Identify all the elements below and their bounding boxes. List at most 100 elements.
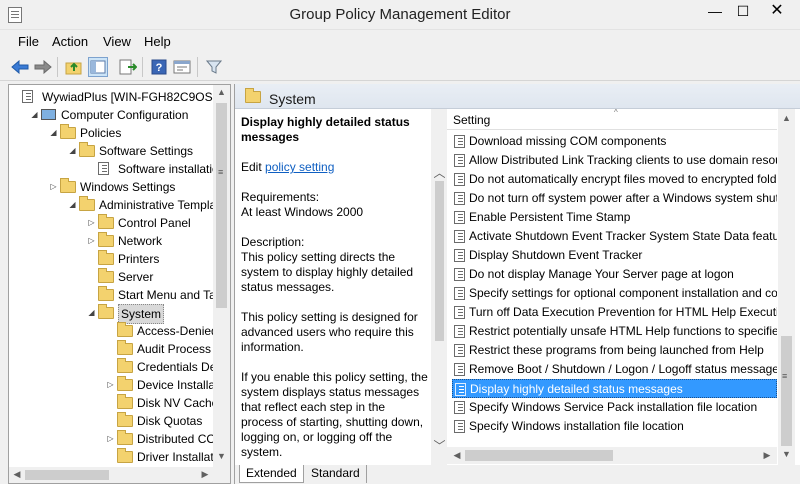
list-item[interactable]: Display Shutdown Event Tracker bbox=[452, 246, 777, 265]
description-vertical-scrollbar[interactable]: ︿ ﹀ bbox=[431, 109, 448, 465]
tree-item[interactable]: ▷ Network bbox=[9, 232, 213, 250]
tree-item[interactable]: Audit Process C bbox=[9, 340, 223, 358]
up-folder-icon[interactable] bbox=[64, 57, 84, 77]
expand-arrow-icon[interactable]: ▷ bbox=[106, 430, 115, 448]
folder-icon bbox=[79, 196, 95, 211]
list-item[interactable]: Activate Shutdown Event Tracker System S… bbox=[452, 227, 777, 246]
list-item[interactable]: Do not automatically encrypt files moved… bbox=[452, 170, 777, 189]
scroll-left-arrow-icon[interactable]: ◀ bbox=[11, 469, 23, 480]
tree-item[interactable]: Start Menu and Tas bbox=[9, 286, 222, 304]
tree-item-label: Computer Configuration bbox=[61, 108, 189, 122]
tree-item[interactable]: ◢ Computer Configuration bbox=[9, 106, 213, 124]
properties-icon[interactable] bbox=[172, 57, 192, 77]
list-item[interactable]: Enable Persistent Time Stamp bbox=[452, 208, 777, 227]
list-horizontal-scrollbar[interactable]: ◀ ▶ bbox=[447, 447, 777, 464]
list-item[interactable]: Remove Boot / Shutdown / Logon / Logoff … bbox=[452, 360, 777, 379]
collapse-arrow-icon[interactable]: ◢ bbox=[49, 124, 58, 142]
list-item[interactable]: Restrict these programs from being launc… bbox=[452, 341, 777, 360]
tree-item[interactable]: ▷ Control Panel bbox=[9, 214, 213, 232]
expand-arrow-icon[interactable]: ▷ bbox=[87, 214, 96, 232]
menu-file[interactable]: File bbox=[18, 34, 39, 49]
tree-hscroll-thumb[interactable] bbox=[25, 470, 109, 480]
list-scroll-down-arrow-icon[interactable]: ▼ bbox=[778, 449, 795, 459]
console-tree[interactable]: WywiadPlus [WIN-FGH82C9OSJB. ◢ Computer Co… bbox=[8, 84, 231, 484]
policy-setting-label: Do not automatically encrypt files moved… bbox=[469, 172, 777, 186]
collapse-arrow-icon[interactable]: ◢ bbox=[68, 196, 77, 214]
list-item[interactable]: Restrict potentially unsafe HTML Help fu… bbox=[452, 322, 777, 341]
scroll-right-arrow-icon[interactable]: ▶ bbox=[199, 469, 211, 480]
list-item[interactable]: Specify Windows Service Pack installatio… bbox=[452, 398, 777, 417]
tab-extended[interactable]: Extended bbox=[239, 465, 304, 483]
tree-item[interactable]: Disk NV Cache bbox=[9, 394, 218, 412]
list-vscroll-thumb[interactable] bbox=[781, 336, 792, 446]
forward-arrow-icon[interactable] bbox=[33, 57, 53, 77]
expand-arrow-icon[interactable]: ▷ bbox=[106, 376, 115, 394]
tree-item[interactable]: Driver Installatio bbox=[9, 448, 223, 466]
list-item-selected[interactable]: Display highly detailed status messages bbox=[452, 379, 777, 398]
tree-item[interactable]: ◢ System bbox=[9, 304, 213, 324]
tree-item[interactable]: WywiadPlus [WIN-FGH82C9OSJB. bbox=[9, 88, 230, 106]
policy-setting-icon bbox=[454, 135, 465, 148]
show-hide-console-tree-icon[interactable] bbox=[88, 57, 108, 77]
tree-item[interactable]: Disk Quotas bbox=[9, 412, 213, 430]
list-item[interactable]: Do not display Manage Your Server page a… bbox=[452, 265, 777, 284]
collapse-arrow-icon[interactable]: ◢ bbox=[30, 106, 39, 124]
tree-item[interactable]: Printers bbox=[9, 250, 213, 268]
scroll-up-arrow-icon[interactable]: ▲ bbox=[213, 87, 230, 97]
expand-arrow-icon[interactable]: ▷ bbox=[87, 232, 96, 250]
edit-prefix: Edit bbox=[241, 160, 266, 174]
description-paragraph-2: This policy setting is designed for adva… bbox=[241, 310, 418, 354]
list-item[interactable]: Specify settings for optional component … bbox=[452, 284, 777, 303]
tree-item[interactable]: ◢ Policies bbox=[9, 124, 213, 142]
tree-item[interactable]: ▷ Device Installati bbox=[9, 376, 221, 394]
menu-view[interactable]: View bbox=[103, 34, 131, 49]
filter-icon[interactable] bbox=[204, 57, 224, 77]
list-scroll-left-arrow-icon[interactable]: ◀ bbox=[451, 450, 463, 461]
settings-list[interactable]: Setting ^ Download missing COM component… bbox=[447, 108, 800, 465]
list-hscroll-thumb[interactable] bbox=[465, 450, 613, 461]
list-vertical-scrollbar[interactable]: ▲ ≡ ▼ bbox=[778, 109, 795, 465]
tree-horizontal-scrollbar[interactable]: ◀ ▶ bbox=[9, 467, 230, 483]
tree-item[interactable]: ▷ Distributed COM bbox=[9, 430, 226, 448]
scroll-up-chevron-icon[interactable]: ︿ bbox=[431, 164, 448, 181]
export-list-icon[interactable] bbox=[118, 57, 138, 77]
list-item[interactable]: Specify Windows installation file locati… bbox=[452, 417, 777, 436]
tree-item[interactable]: Credentials Dele bbox=[9, 358, 226, 376]
menu-help[interactable]: Help bbox=[144, 34, 171, 49]
description-vscroll-thumb[interactable] bbox=[435, 181, 444, 341]
tree-item[interactable]: ◢ Software Settings bbox=[9, 142, 213, 160]
tree-vertical-scrollbar[interactable]: ▲ ≡ ▼ bbox=[213, 85, 230, 467]
folder-icon bbox=[98, 232, 114, 247]
collapse-arrow-icon[interactable]: ◢ bbox=[68, 142, 77, 160]
policy-setting-label: Enable Persistent Time Stamp bbox=[469, 210, 631, 224]
list-item[interactable]: Download missing COM components bbox=[452, 132, 777, 151]
list-scroll-right-arrow-icon[interactable]: ▶ bbox=[761, 450, 773, 461]
scroll-down-arrow-icon[interactable]: ▼ bbox=[213, 451, 230, 461]
list-item[interactable]: Allow Distributed Link Tracking clients … bbox=[452, 151, 777, 170]
back-arrow-icon[interactable] bbox=[10, 57, 30, 77]
menu-action[interactable]: Action bbox=[52, 34, 88, 49]
tree-vscroll-thumb[interactable] bbox=[216, 103, 227, 308]
tab-standard[interactable]: Standard bbox=[305, 465, 367, 483]
folder-icon bbox=[117, 340, 133, 355]
tree-item[interactable]: ◢ Administrative Templa bbox=[9, 196, 216, 214]
tree-item[interactable]: Software installatio bbox=[9, 160, 219, 178]
tree-item[interactable]: Server bbox=[9, 268, 213, 286]
collapse-arrow-icon[interactable]: ◢ bbox=[87, 304, 96, 322]
list-item[interactable]: Do not turn off system power after a Win… bbox=[452, 189, 777, 208]
setting-column-header[interactable]: Setting ^ bbox=[447, 108, 777, 130]
maximize-button[interactable]: ☐ bbox=[728, 0, 758, 24]
tree-item-label: Disk NV Cache bbox=[137, 396, 219, 410]
tree-item[interactable]: Access-Denied A bbox=[9, 322, 228, 340]
expand-arrow-icon[interactable]: ▷ bbox=[49, 178, 58, 196]
tree-item[interactable]: ▷ Windows Settings bbox=[9, 178, 213, 196]
list-scroll-up-arrow-icon[interactable]: ▲ bbox=[778, 113, 795, 123]
close-button[interactable]: ✕ bbox=[762, 0, 792, 24]
scroll-down-chevron-icon[interactable]: ﹀ bbox=[431, 437, 448, 454]
edit-policy-setting-link[interactable]: policy setting bbox=[265, 160, 334, 174]
list-item[interactable]: Turn off Data Execution Prevention for H… bbox=[452, 303, 777, 322]
policy-setting-icon bbox=[455, 383, 466, 396]
minimize-button[interactable]: — bbox=[700, 0, 730, 24]
help-icon[interactable]: ? bbox=[149, 57, 169, 77]
